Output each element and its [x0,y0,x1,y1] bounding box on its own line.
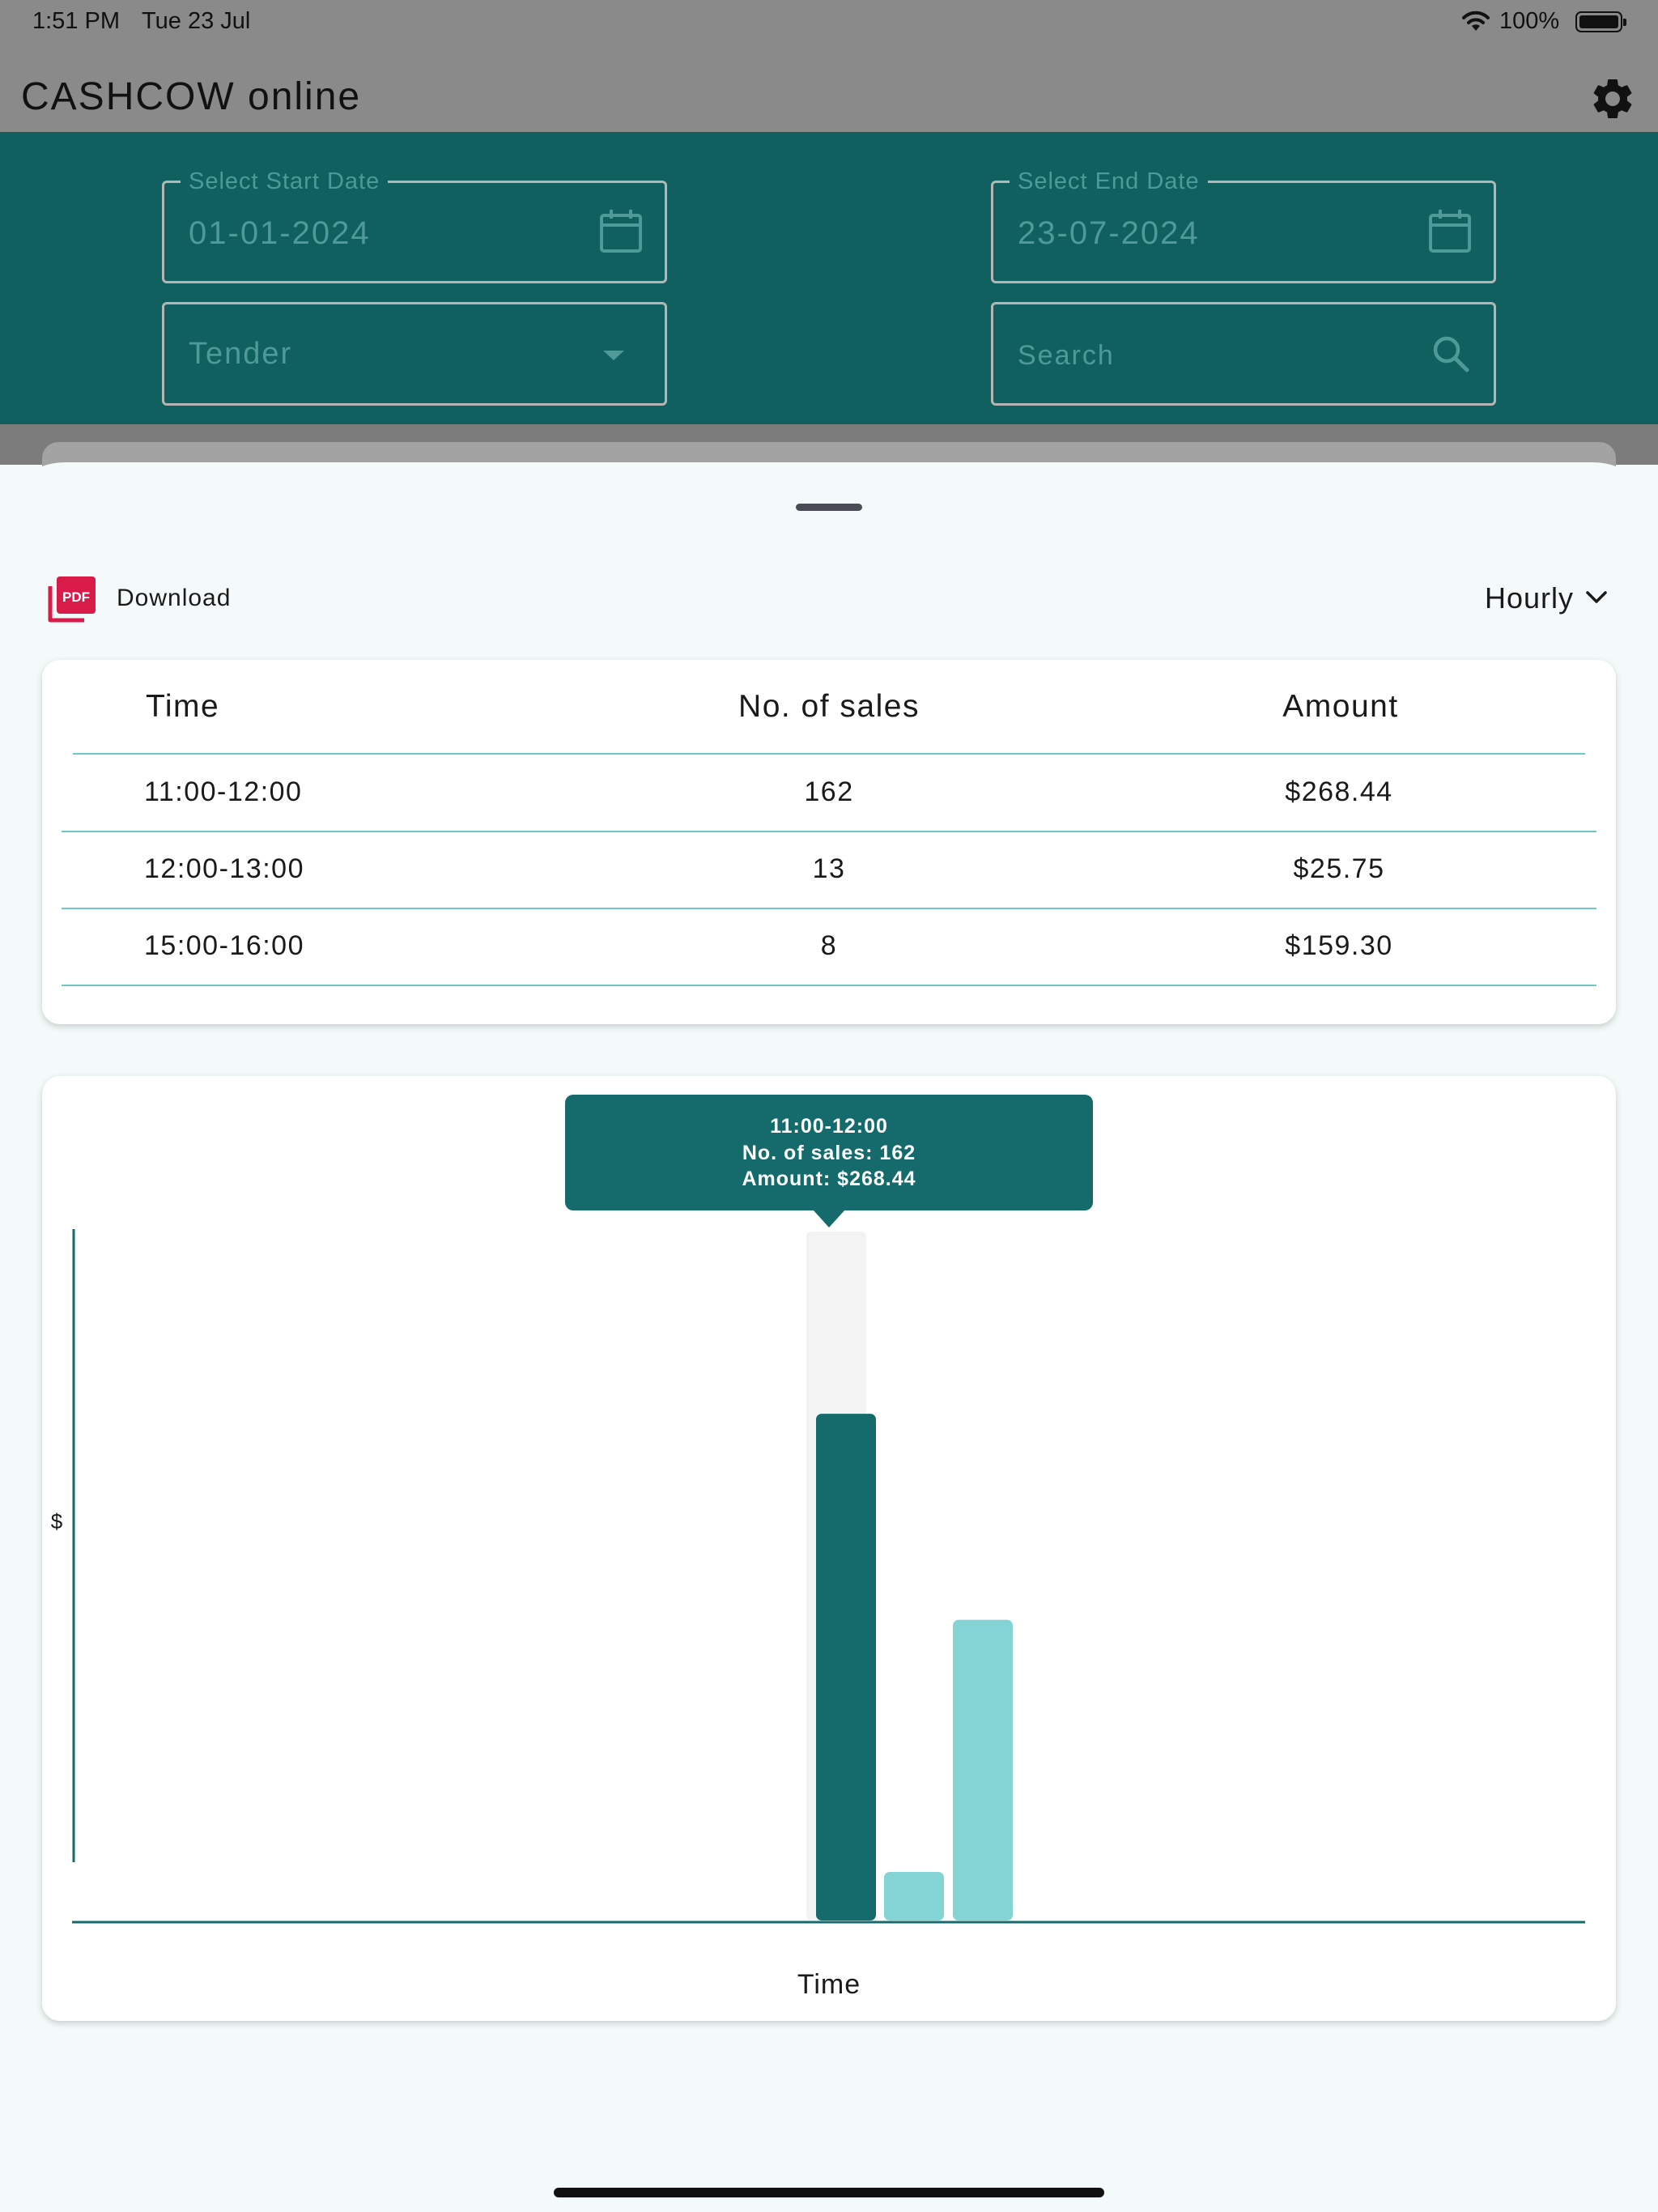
tooltip-pointer [813,1210,845,1227]
tooltip-sales: No. of sales: 162 [742,1142,916,1164]
y-axis-label: $ [51,1509,63,1534]
bar-12001300[interactable] [884,1871,944,1921]
bar-11001200[interactable] [816,1414,876,1921]
tooltip-amount: Amount: $268.44 [742,1168,916,1190]
x-axis-label: Time [797,1969,861,2000]
tooltip-title: 11:00-12:00 [770,1115,888,1138]
chart-tooltip: 11:00-12:00 No. of sales: 162 Amount: $2… [565,1095,1093,1210]
home-indicator[interactable] [554,2188,1104,2197]
bar-15001600[interactable] [953,1619,1013,1921]
